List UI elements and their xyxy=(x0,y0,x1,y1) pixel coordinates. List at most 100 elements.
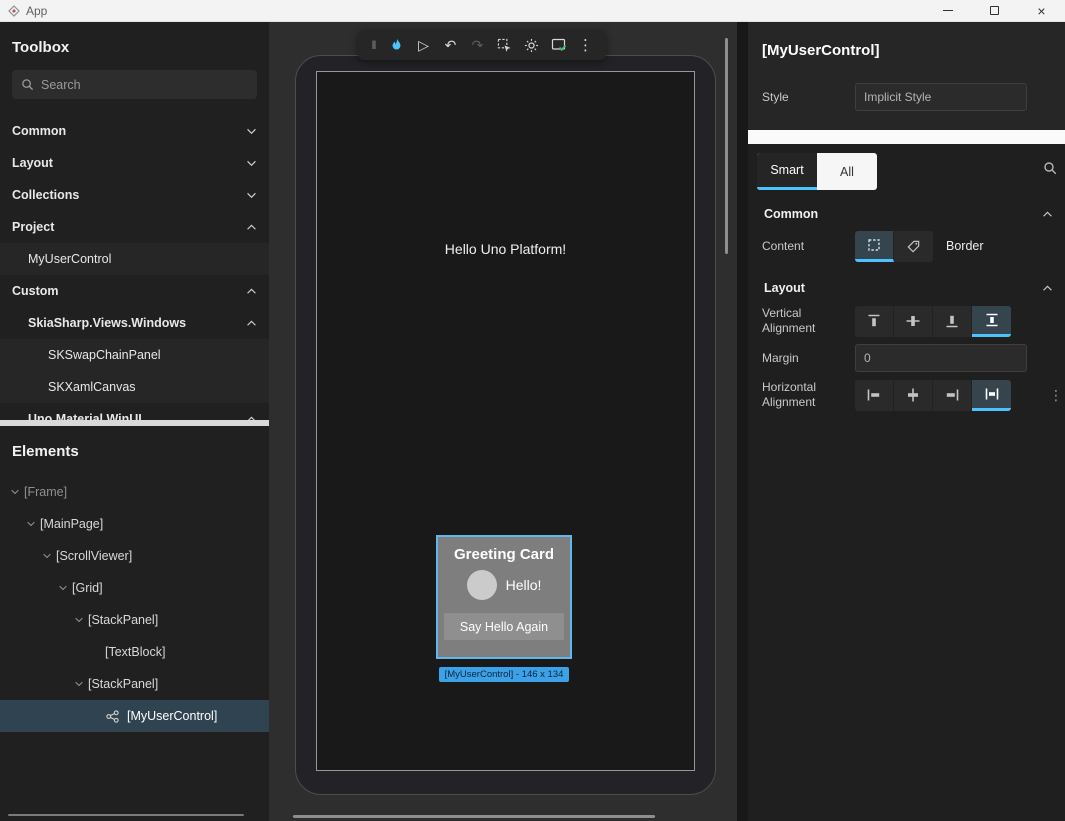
chevron-down-icon xyxy=(10,489,20,495)
style-input[interactable] xyxy=(855,83,1027,111)
hot-reload-icon[interactable] xyxy=(383,30,410,60)
card-greeting[interactable]: Hello! xyxy=(506,577,542,593)
hello-textblock[interactable]: Hello Uno Platform! xyxy=(317,241,694,257)
vertical-alignment-row: Vertical Alignment xyxy=(748,302,1065,340)
toolbox-group-uno-material[interactable]: Uno Material WinUI xyxy=(0,403,269,420)
properties-panel: [MyUserControl] Style Smart All Common C… xyxy=(748,22,1065,821)
minimize-icon xyxy=(943,10,953,11)
align-bottom-button[interactable] xyxy=(933,306,972,337)
changes-check-icon[interactable] xyxy=(545,30,572,60)
section-common[interactable]: Common xyxy=(748,200,1065,228)
tab-all[interactable]: All xyxy=(817,153,877,190)
content-value: Border xyxy=(946,239,984,253)
maximize-button[interactable] xyxy=(971,0,1018,21)
chevron-down-icon xyxy=(26,521,36,527)
content-label: Content xyxy=(762,239,855,254)
toolbox-item-skxamlcanvas[interactable]: SKXamlCanvas xyxy=(0,371,269,403)
chevron-down-icon xyxy=(42,553,52,559)
vertical-alignment-group xyxy=(855,306,1011,337)
device-frame: Hello Uno Platform! Greeting Card Hello!… xyxy=(295,55,716,795)
toolbox-tree: Common Layout Collections Project MyUser… xyxy=(0,115,269,420)
window-controls: × xyxy=(924,0,1065,21)
align-vstretch-button[interactable] xyxy=(972,306,1011,337)
properties-header: [MyUserControl] Style xyxy=(748,22,1065,130)
toolbox-section-custom[interactable]: Custom xyxy=(0,275,269,307)
margin-row: Margin xyxy=(748,340,1065,376)
canvas-vertical-scrollbar[interactable] xyxy=(725,38,728,254)
tree-item-textblock[interactable]: [TextBlock] xyxy=(0,636,269,668)
align-right-button[interactable] xyxy=(933,380,972,411)
toolbox-section-project[interactable]: Project xyxy=(0,211,269,243)
titlebar: App × xyxy=(0,0,1065,22)
border-content-button[interactable] xyxy=(855,231,894,262)
more-options-icon[interactable]: ⋮ xyxy=(572,30,599,60)
toolbar-drag-handle[interactable]: ‖ xyxy=(365,30,383,60)
canvas-horizontal-scrollbar[interactable] xyxy=(293,815,655,818)
panel-divider[interactable] xyxy=(737,22,748,821)
play-icon[interactable]: ▷ xyxy=(410,30,437,60)
horizontal-alignment-group xyxy=(855,380,1011,411)
tag-content-button[interactable] xyxy=(894,231,933,262)
toolbox-section-common[interactable]: Common xyxy=(0,115,269,147)
elements-tree: [Frame] [MainPage] [ScrollViewer] [Grid]… xyxy=(0,476,269,732)
search-icon xyxy=(21,78,34,91)
redo-icon[interactable]: ↷ xyxy=(464,30,491,60)
say-hello-again-button[interactable]: Say Hello Again xyxy=(444,613,564,640)
align-vcenter-button[interactable] xyxy=(894,306,933,337)
sidebar-horizontal-scrollbar[interactable] xyxy=(8,814,244,816)
style-row: Style xyxy=(762,83,1051,111)
chevron-down-icon xyxy=(74,617,84,623)
component-icon xyxy=(105,709,120,724)
align-top-button[interactable] xyxy=(855,306,894,337)
minimize-button[interactable] xyxy=(924,0,971,21)
tab-smart[interactable]: Smart xyxy=(757,153,817,190)
tree-item-myusercontrol[interactable]: [MyUserControl] xyxy=(0,700,269,732)
tree-item-stackpanel-1[interactable]: [StackPanel] xyxy=(0,604,269,636)
content-type-group xyxy=(855,231,933,262)
theme-icon[interactable] xyxy=(518,30,545,60)
toolbox-searchbox[interactable] xyxy=(12,70,257,99)
chevron-up-icon xyxy=(1042,285,1053,292)
chevron-up-icon xyxy=(1042,211,1053,218)
properties-search-icon[interactable] xyxy=(1043,161,1057,175)
tree-item-scrollviewer[interactable]: [ScrollViewer] xyxy=(0,540,269,572)
content-property-row: Content Border xyxy=(748,228,1065,264)
toolbox-section-layout[interactable]: Layout xyxy=(0,147,269,179)
style-label: Style xyxy=(762,90,855,105)
chevron-down-icon xyxy=(58,585,68,591)
chevron-up-icon xyxy=(246,416,257,421)
toolbox-item-skswapchainpanel[interactable]: SKSwapChainPanel xyxy=(0,339,269,371)
tree-item-frame[interactable]: [Frame] xyxy=(0,476,269,508)
margin-input[interactable] xyxy=(855,344,1027,372)
tree-item-grid[interactable]: [Grid] xyxy=(0,572,269,604)
designer-toolbar: ‖ ▷ ↶ ↷ ⋮ xyxy=(358,30,606,60)
toolbox-section-collections[interactable]: Collections xyxy=(0,179,269,211)
align-left-button[interactable] xyxy=(855,380,894,411)
row-options-icon[interactable]: ⋮ xyxy=(1049,387,1063,404)
chevron-up-icon xyxy=(246,224,257,231)
tree-item-stackpanel-2[interactable]: [StackPanel] xyxy=(0,668,269,700)
app-screen: Hello Uno Platform! Greeting Card Hello!… xyxy=(316,71,695,771)
align-hcenter-button[interactable] xyxy=(894,380,933,411)
ellipse-shape[interactable] xyxy=(467,570,497,600)
element-picker-icon[interactable] xyxy=(491,30,518,60)
toolbox-item-myusercontrol[interactable]: MyUserControl xyxy=(0,243,269,275)
chevron-up-icon xyxy=(246,320,257,327)
undo-icon[interactable]: ↶ xyxy=(437,30,464,60)
properties-tabs: Smart All xyxy=(748,144,1065,190)
chevron-up-icon xyxy=(246,288,257,295)
app-title: App xyxy=(26,4,47,18)
toolbox-title: Toolbox xyxy=(0,22,269,58)
search-input[interactable] xyxy=(41,78,248,92)
elements-title: Elements xyxy=(0,426,269,462)
greeting-card-selection[interactable]: Greeting Card Hello! Say Hello Again xyxy=(436,535,572,659)
app-logo-icon xyxy=(8,5,20,17)
tree-item-mainpage[interactable]: [MainPage] xyxy=(0,508,269,540)
card-title[interactable]: Greeting Card xyxy=(454,546,554,563)
toolbox-group-skiasharp[interactable]: SkiaSharp.Views.Windows xyxy=(0,307,269,339)
section-layout[interactable]: Layout xyxy=(748,274,1065,302)
close-button[interactable]: × xyxy=(1018,0,1065,21)
margin-label: Margin xyxy=(762,351,855,366)
align-hstretch-button[interactable] xyxy=(972,380,1011,411)
chevron-down-icon xyxy=(246,192,257,199)
